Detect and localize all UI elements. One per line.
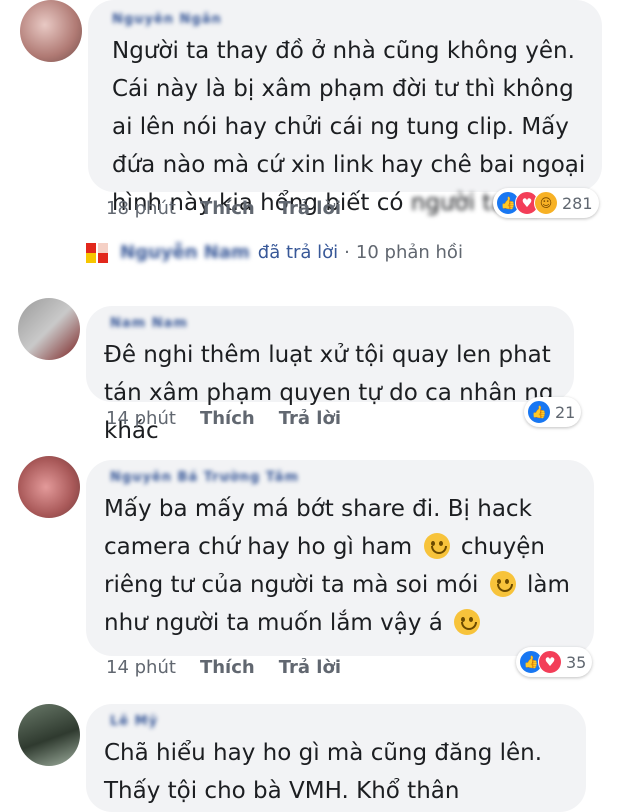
reaction-count: 21 bbox=[555, 402, 576, 422]
reply-avatar bbox=[86, 242, 110, 263]
reply-count[interactable]: 10 phản hồi bbox=[356, 242, 463, 263]
commenter-name[interactable]: Lê Mỹ bbox=[110, 714, 158, 729]
comment-meta: 18 phút Thích Trả lời bbox=[106, 198, 341, 219]
avatar[interactable] bbox=[18, 456, 80, 518]
reply-action: đã trả lời bbox=[257, 242, 339, 263]
separator: · bbox=[344, 242, 350, 263]
avatar[interactable] bbox=[18, 704, 80, 766]
reply-author[interactable]: Nguyễn Nam bbox=[120, 242, 250, 263]
like-reaction-icon: 👍 bbox=[527, 400, 551, 424]
replies-summary[interactable]: Nguyễn Nam đã trả lời · 10 phản hồi bbox=[86, 242, 463, 263]
comment-meta: 14 phút Thích Trả lời bbox=[106, 657, 341, 678]
comment-time[interactable]: 18 phút bbox=[106, 198, 176, 219]
smile-emoji-icon bbox=[423, 533, 450, 559]
commenter-name[interactable]: Nguyễn Bá Trường Tâm bbox=[110, 470, 299, 485]
haha-reaction-icon: ☺ bbox=[534, 191, 558, 215]
like-button[interactable]: Thích bbox=[200, 198, 255, 219]
reaction-summary[interactable]: 👍 ♥ ☺ 281 bbox=[493, 188, 599, 218]
reply-button[interactable]: Trả lời bbox=[279, 657, 341, 678]
comment-text: Chã hiểu hay ho gì mà cũng đăng lên. Thấ… bbox=[104, 740, 550, 804]
reaction-count: 281 bbox=[562, 193, 593, 213]
comment-time[interactable]: 14 phút bbox=[106, 657, 176, 678]
avatar[interactable] bbox=[20, 0, 82, 62]
comment-text: Mấy ba mấy má bớt share đi. Bị hack came… bbox=[104, 496, 578, 636]
commenter-name[interactable]: Nam Nam bbox=[110, 316, 188, 331]
commenter-name[interactable]: Nguyễn Ngân bbox=[112, 12, 222, 27]
like-button[interactable]: Thích bbox=[200, 408, 255, 429]
smile-emoji-icon bbox=[454, 609, 481, 635]
reaction-count: 35 bbox=[566, 652, 587, 672]
comment-meta: 14 phút Thích Trả lời bbox=[106, 408, 341, 429]
reaction-summary[interactable]: 👍 ♥ 35 bbox=[516, 647, 593, 677]
avatar[interactable] bbox=[18, 298, 80, 360]
reaction-summary[interactable]: 👍 21 bbox=[524, 397, 582, 427]
comment-time[interactable]: 14 phút bbox=[106, 408, 176, 429]
comment-text: Đê nghi thêm luạt xử tội quay len phat t… bbox=[104, 342, 561, 444]
reply-button[interactable]: Trả lời bbox=[279, 198, 341, 219]
reply-button[interactable]: Trả lời bbox=[279, 408, 341, 429]
smile-emoji-icon bbox=[489, 571, 516, 597]
love-reaction-icon: ♥ bbox=[538, 650, 562, 674]
like-button[interactable]: Thích bbox=[200, 657, 255, 678]
